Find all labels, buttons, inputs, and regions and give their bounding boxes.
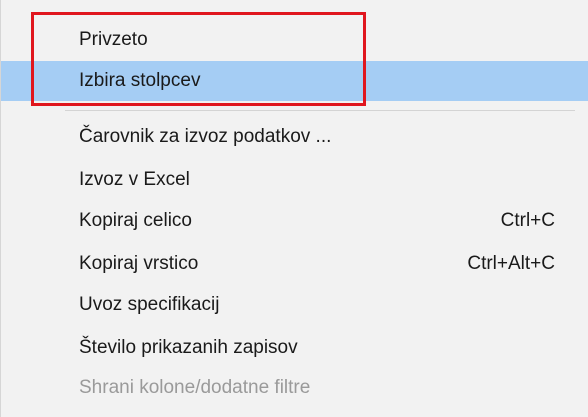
- menu-item-carovnik-za-izvoz[interactable]: Čarovnik za izvoz podatkov ...: [1, 117, 588, 157]
- menu-item-kopiraj-celico[interactable]: Kopiraj celico Ctrl+C: [1, 201, 588, 241]
- menu-item-label: Shrani kolone/dodatne filtre: [79, 377, 311, 398]
- context-menu: Privzeto Izbira stolpcev Čarovnik za izv…: [0, 0, 588, 417]
- menu-item-shrani-kolone: Shrani kolone/dodatne filtre: [1, 368, 588, 408]
- menu-item-label: Čarovnik za izvoz podatkov ...: [79, 126, 332, 147]
- menu-item-label: Privzeto: [79, 29, 148, 50]
- menu-item-label: Število prikazanih zapisov: [79, 337, 298, 358]
- menu-item-shortcut: Ctrl+Alt+C: [467, 253, 555, 274]
- menu-item-kopiraj-vrstico[interactable]: Kopiraj vrstico Ctrl+Alt+C: [1, 244, 588, 284]
- menu-item-label: Izbira stolpcev: [79, 70, 201, 91]
- menu-item-shortcut: Ctrl+C: [500, 210, 555, 231]
- menu-item-stevilo-prikazanih-zapisov[interactable]: Število prikazanih zapisov: [1, 328, 588, 368]
- menu-item-label: Kopiraj vrstico: [79, 253, 199, 274]
- menu-item-label: Kopiraj celico: [79, 210, 192, 231]
- menu-item-uvoz-specifikacij[interactable]: Uvoz specifikacij: [1, 285, 588, 325]
- menu-item-label: Izvoz v Excel: [79, 169, 190, 190]
- menu-item-privzeto[interactable]: Privzeto: [1, 20, 588, 60]
- menu-item-izvoz-v-excel[interactable]: Izvoz v Excel: [1, 160, 588, 200]
- menu-separator: [65, 110, 575, 111]
- menu-item-label: Uvoz specifikacij: [79, 294, 220, 315]
- menu-item-izbira-stolpcev[interactable]: Izbira stolpcev: [1, 61, 588, 101]
